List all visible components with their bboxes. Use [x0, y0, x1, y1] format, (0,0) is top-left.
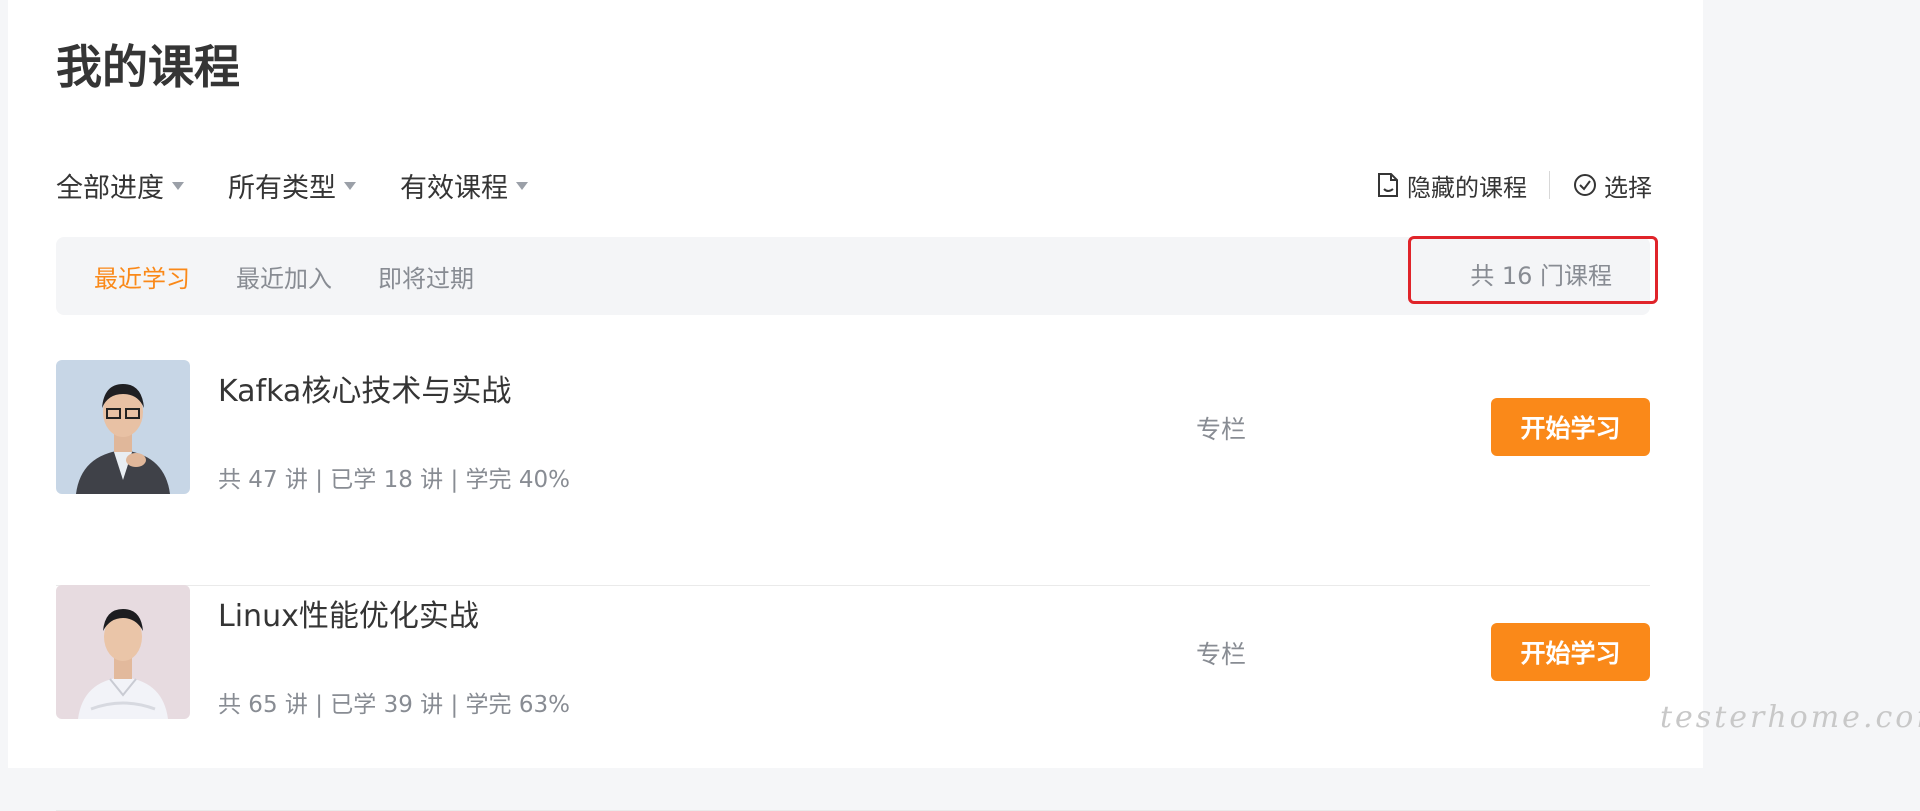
tab-recently-added[interactable]: 最近加入: [236, 259, 332, 294]
course-item: Kafka核心技术与实战 共 47 讲 | 已学 18 讲 | 学完 40% 专…: [56, 360, 1650, 586]
select-label: 选择: [1604, 173, 1652, 202]
start-learning-button[interactable]: 开始学习: [1491, 398, 1650, 456]
filter-validity-dropdown[interactable]: 有效课程: [400, 166, 528, 205]
caret-down-icon: [516, 182, 528, 190]
course-type: 专栏: [1196, 415, 1247, 444]
course-thumbnail[interactable]: [56, 585, 190, 719]
hidden-courses-label: 隐藏的课程: [1407, 173, 1527, 202]
filter-label: 所有类型: [228, 172, 336, 204]
filter-label: 有效课程: [400, 172, 508, 204]
course-progress-meta: 共 65 讲 | 已学 39 讲 | 学完 63%: [218, 692, 570, 718]
filter-label: 全部进度: [56, 172, 164, 204]
filter-progress-dropdown[interactable]: 全部进度: [56, 166, 184, 205]
toolbar-divider: [1549, 171, 1550, 199]
tab-expiring-soon[interactable]: 即将过期: [378, 259, 474, 294]
select-button[interactable]: 选择: [1572, 168, 1652, 203]
filter-bar: 全部进度 所有类型 有效课程: [56, 165, 572, 205]
course-type: 专栏: [1196, 640, 1247, 669]
course-item: Linux性能优化实战 共 65 讲 | 已学 39 讲 | 学完 63% 专栏…: [56, 585, 1650, 811]
start-learning-button[interactable]: 开始学习: [1491, 623, 1650, 681]
course-progress-meta: 共 47 讲 | 已学 18 讲 | 学完 40%: [218, 467, 570, 493]
tab-recent-study[interactable]: 最近学习: [94, 259, 190, 294]
caret-down-icon: [344, 182, 356, 190]
toolbar-right: 隐藏的课程 选择: [1375, 165, 1652, 205]
hidden-courses-button[interactable]: 隐藏的课程: [1375, 168, 1527, 203]
course-thumbnail[interactable]: [56, 360, 190, 494]
hidden-file-icon: [1378, 173, 1398, 197]
course-title[interactable]: Linux性能优化实战: [218, 591, 479, 635]
caret-down-icon: [172, 182, 184, 190]
sort-tab-bar: 最近学习 最近加入 即将过期 共 16 门课程: [56, 236, 1658, 315]
course-count: 共 16 门课程: [1470, 262, 1612, 290]
course-title[interactable]: Kafka核心技术与实战: [218, 366, 511, 410]
check-circle-icon: [1574, 174, 1596, 196]
watermark: testerhome.com: [1660, 700, 1920, 735]
filter-type-dropdown[interactable]: 所有类型: [228, 166, 356, 205]
instructor-avatar: [56, 360, 190, 494]
instructor-avatar: [56, 585, 190, 719]
page-title: 我的课程: [56, 40, 240, 94]
